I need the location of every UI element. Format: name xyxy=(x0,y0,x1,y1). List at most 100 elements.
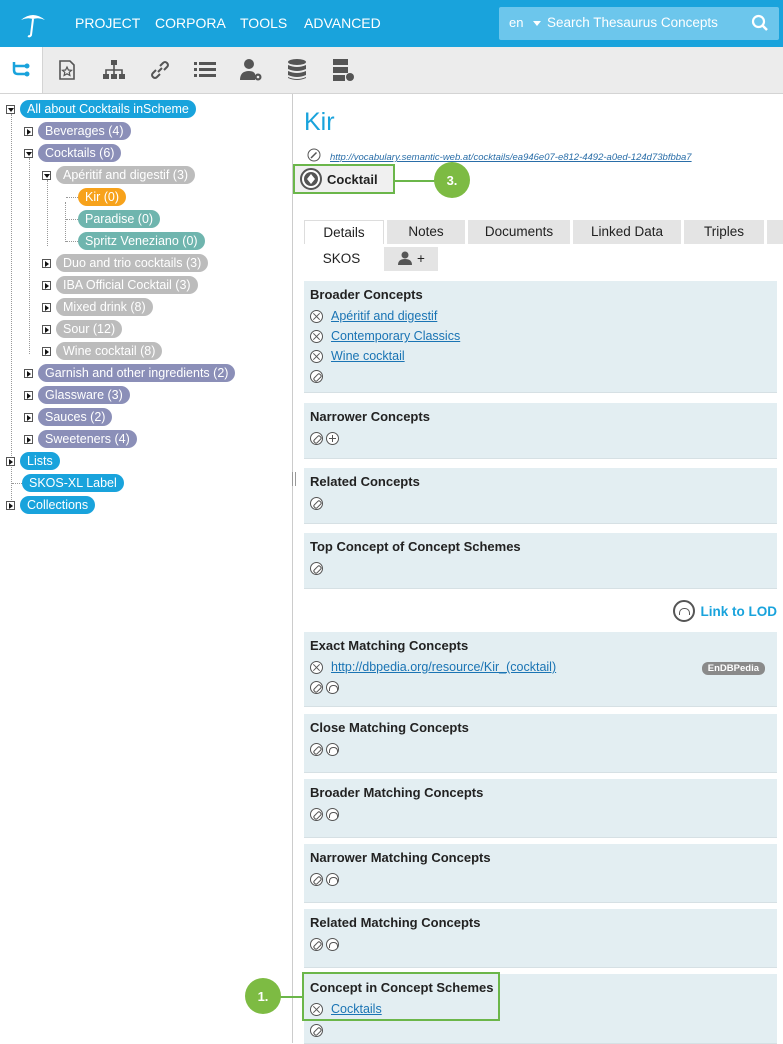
tree-node-iba[interactable]: IBA Official Cocktail (3) xyxy=(42,274,198,296)
expand-toggle-icon[interactable] xyxy=(24,390,33,400)
language-select[interactable]: en xyxy=(509,15,523,30)
link-icon[interactable] xyxy=(310,937,323,951)
tree-label[interactable]: Spritz Veneziano (0) xyxy=(78,232,205,250)
server-tab[interactable] xyxy=(322,47,364,93)
concept-type-badge[interactable]: Cocktail xyxy=(293,164,395,194)
broader-link[interactable]: Wine cocktail xyxy=(331,349,405,363)
tab-triples[interactable]: Triples xyxy=(684,220,764,244)
tab-documents[interactable]: Documents xyxy=(468,220,570,244)
tree-node-root[interactable]: All about Cocktails inScheme xyxy=(6,98,196,120)
expand-toggle-icon[interactable] xyxy=(42,302,51,312)
link-icon[interactable] xyxy=(310,742,323,756)
subtab-add-user[interactable]: + xyxy=(384,247,438,271)
tree-node-aperitif[interactable]: Apéritif and digestif (3) xyxy=(42,164,196,186)
database-tab[interactable] xyxy=(276,47,318,93)
tree-label[interactable]: Sweeteners (4) xyxy=(38,430,137,448)
panel-resize-handle[interactable] xyxy=(292,472,296,486)
expand-toggle-icon[interactable] xyxy=(24,368,33,378)
tree-label[interactable]: Paradise (0) xyxy=(78,210,161,228)
tree-node-duo[interactable]: Duo and trio cocktails (3) xyxy=(42,252,209,274)
tree-node-sauces[interactable]: Sauces (2) xyxy=(24,406,113,428)
search-icon[interactable] xyxy=(751,14,769,32)
tree-node-sweeteners[interactable]: Sweeteners (4) xyxy=(24,428,137,450)
tree-node-kir[interactable]: Kir (0) xyxy=(78,186,127,208)
expand-toggle-icon[interactable] xyxy=(42,324,51,334)
tree-label[interactable]: SKOS-XL Label xyxy=(22,474,124,492)
tab-details[interactable]: Details xyxy=(304,220,384,244)
link-icon[interactable] xyxy=(310,496,323,510)
add-icon[interactable] xyxy=(326,431,339,445)
tree-label[interactable]: Sauces (2) xyxy=(38,408,113,426)
search-input[interactable]: Search Thesaurus Concepts xyxy=(547,15,718,30)
umbrella-logo-icon[interactable] xyxy=(18,9,48,39)
list-tab[interactable] xyxy=(184,47,226,93)
expand-toggle-icon[interactable] xyxy=(6,500,15,510)
exact-match-link[interactable]: http://dbpedia.org/resource/Kir_(cocktai… xyxy=(331,660,556,674)
tree-label[interactable]: IBA Official Cocktail (3) xyxy=(56,276,198,294)
search-box[interactable]: en Search Thesaurus Concepts xyxy=(499,7,779,40)
tree-node-paradise[interactable]: Paradise (0) xyxy=(78,208,161,230)
remove-icon[interactable] xyxy=(310,309,323,323)
nav-project[interactable]: PROJECT xyxy=(75,15,140,31)
tree-node-glassware[interactable]: Glassware (3) xyxy=(24,384,130,406)
link-icon[interactable] xyxy=(310,680,323,694)
link-icon[interactable] xyxy=(310,1023,323,1037)
concept-uri-link[interactable]: http://vocabulary.semantic-web.at/cockta… xyxy=(330,152,692,163)
collapse-toggle-icon[interactable] xyxy=(24,148,33,158)
lod-search-icon[interactable] xyxy=(326,872,339,886)
org-chart-tab[interactable] xyxy=(93,47,135,93)
lod-search-icon[interactable] xyxy=(326,807,339,821)
tree-label[interactable]: Apéritif and digestif (3) xyxy=(56,166,196,184)
tree-label[interactable]: Mixed drink (8) xyxy=(56,298,153,316)
tree-node-spritz[interactable]: Spritz Veneziano (0) xyxy=(78,230,205,252)
remove-icon[interactable] xyxy=(310,349,323,363)
links-tab[interactable] xyxy=(139,47,181,93)
remove-icon[interactable] xyxy=(310,660,323,674)
tree-label[interactable]: Lists xyxy=(20,452,60,470)
tree-node-mixed[interactable]: Mixed drink (8) xyxy=(42,296,153,318)
subtab-skos[interactable]: SKOS xyxy=(304,247,379,271)
lod-search-icon[interactable] xyxy=(326,742,339,756)
tree-label[interactable]: Collections xyxy=(20,496,96,514)
tree-node-cocktails[interactable]: Cocktails (6) xyxy=(24,142,122,164)
nav-tools[interactable]: TOOLS xyxy=(240,15,287,31)
tree-node-wine[interactable]: Wine cocktail (8) xyxy=(42,340,163,362)
tree-node-collections[interactable]: Collections xyxy=(6,494,96,516)
expand-toggle-icon[interactable] xyxy=(42,346,51,356)
tree-node-sour[interactable]: Sour (12) xyxy=(42,318,123,340)
tree-label[interactable]: Cocktails (6) xyxy=(38,144,122,162)
expand-toggle-icon[interactable] xyxy=(24,412,33,422)
tree-label[interactable]: Glassware (3) xyxy=(38,386,130,404)
tree-node-garnish[interactable]: Garnish and other ingredients (2) xyxy=(24,362,236,384)
lod-search-icon[interactable] xyxy=(326,680,339,694)
collapse-toggle-icon[interactable] xyxy=(42,170,51,180)
tab-notes[interactable]: Notes xyxy=(387,220,465,244)
tab-linked-data[interactable]: Linked Data xyxy=(573,220,681,244)
remove-icon[interactable] xyxy=(310,329,323,343)
tree-label[interactable]: Garnish and other ingredients (2) xyxy=(38,364,236,382)
lod-search-icon[interactable] xyxy=(326,937,339,951)
nav-advanced[interactable]: ADVANCED xyxy=(304,15,381,31)
link-icon[interactable] xyxy=(310,431,323,445)
link-to-lod-button[interactable]: Link to LOD xyxy=(672,600,777,622)
tree-node-beverages[interactable]: Beverages (4) xyxy=(24,120,131,142)
user-settings-tab[interactable] xyxy=(230,47,272,93)
tree-label[interactable]: Sour (12) xyxy=(56,320,123,338)
tree-node-skosxl[interactable]: SKOS-XL Label xyxy=(22,472,124,494)
expand-toggle-icon[interactable] xyxy=(42,258,51,268)
broader-link[interactable]: Contemporary Classics xyxy=(331,329,460,343)
expand-toggle-icon[interactable] xyxy=(42,280,51,290)
tree-node-lists[interactable]: Lists xyxy=(6,450,60,472)
link-icon[interactable] xyxy=(310,872,323,886)
tree-label[interactable]: Duo and trio cocktails (3) xyxy=(56,254,209,272)
expand-toggle-icon[interactable] xyxy=(6,456,15,466)
tree-label-selected[interactable]: Kir (0) xyxy=(78,188,127,206)
concept-tab[interactable] xyxy=(46,47,88,93)
link-icon[interactable] xyxy=(310,369,323,383)
link-icon[interactable] xyxy=(310,561,323,575)
edit-pencil-icon[interactable] xyxy=(307,148,321,162)
nav-corpora[interactable]: CORPORA xyxy=(155,15,226,31)
expand-toggle-icon[interactable] xyxy=(24,126,33,136)
tree-label[interactable]: Beverages (4) xyxy=(38,122,131,140)
tree-label[interactable]: All about Cocktails inScheme xyxy=(20,100,196,118)
